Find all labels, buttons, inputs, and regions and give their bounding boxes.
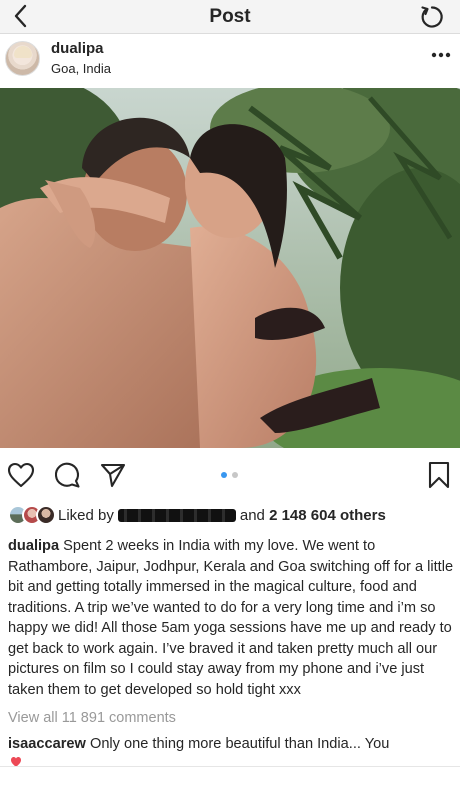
caption-text: Spent 2 weeks in India with my love. We … [8, 538, 454, 698]
likes-prefix: Liked by [58, 506, 114, 524]
carousel-dot-active [221, 472, 227, 478]
likes-summary[interactable]: Liked by and 2 148 604 others [8, 504, 386, 526]
post-header: dualipa Goa, India [0, 34, 460, 88]
bottom-area [0, 767, 460, 805]
send-icon [100, 463, 126, 488]
carousel-indicator [221, 472, 238, 478]
heart-icon [7, 462, 35, 488]
top-navigation-bar: Post [0, 0, 460, 34]
comment-text: Only one thing more beautiful than India… [89, 736, 390, 752]
likes-count[interactable]: 2 148 604 others [269, 507, 386, 524]
comment-button[interactable] [52, 460, 82, 490]
comment-icon [54, 462, 80, 488]
carousel-dot [232, 472, 238, 478]
liker-avatars [8, 505, 56, 525]
post-username[interactable]: dualipa [51, 40, 104, 57]
post-action-bar [0, 450, 460, 500]
avatar[interactable] [5, 41, 40, 76]
post-photo-image [0, 88, 460, 448]
more-horizontal-icon [431, 52, 451, 58]
redacted-username [117, 508, 236, 522]
page-title: Post [209, 6, 251, 27]
view-all-comments-link[interactable]: View all 11 891 comments [8, 710, 176, 726]
liker-avatar [36, 505, 56, 525]
bookmark-icon [428, 461, 450, 489]
refresh-button[interactable] [418, 3, 446, 31]
comment-username[interactable]: isaaccarew [8, 736, 86, 752]
more-options-button[interactable] [430, 45, 452, 65]
likes-text: Liked by and 2 148 604 others [58, 507, 386, 524]
like-button[interactable] [6, 460, 36, 490]
post-photo[interactable] [0, 88, 460, 448]
caption-username[interactable]: dualipa [8, 538, 59, 554]
likes-connector: and [239, 506, 265, 524]
post-caption: dualipa Spent 2 weeks in India with my l… [8, 536, 454, 700]
refresh-icon [421, 6, 443, 28]
save-button[interactable] [424, 460, 454, 490]
share-button[interactable] [98, 460, 128, 490]
comment-row: isaaccarew Only one thing more beautiful… [8, 736, 460, 752]
post-location[interactable]: Goa, India [51, 61, 111, 76]
